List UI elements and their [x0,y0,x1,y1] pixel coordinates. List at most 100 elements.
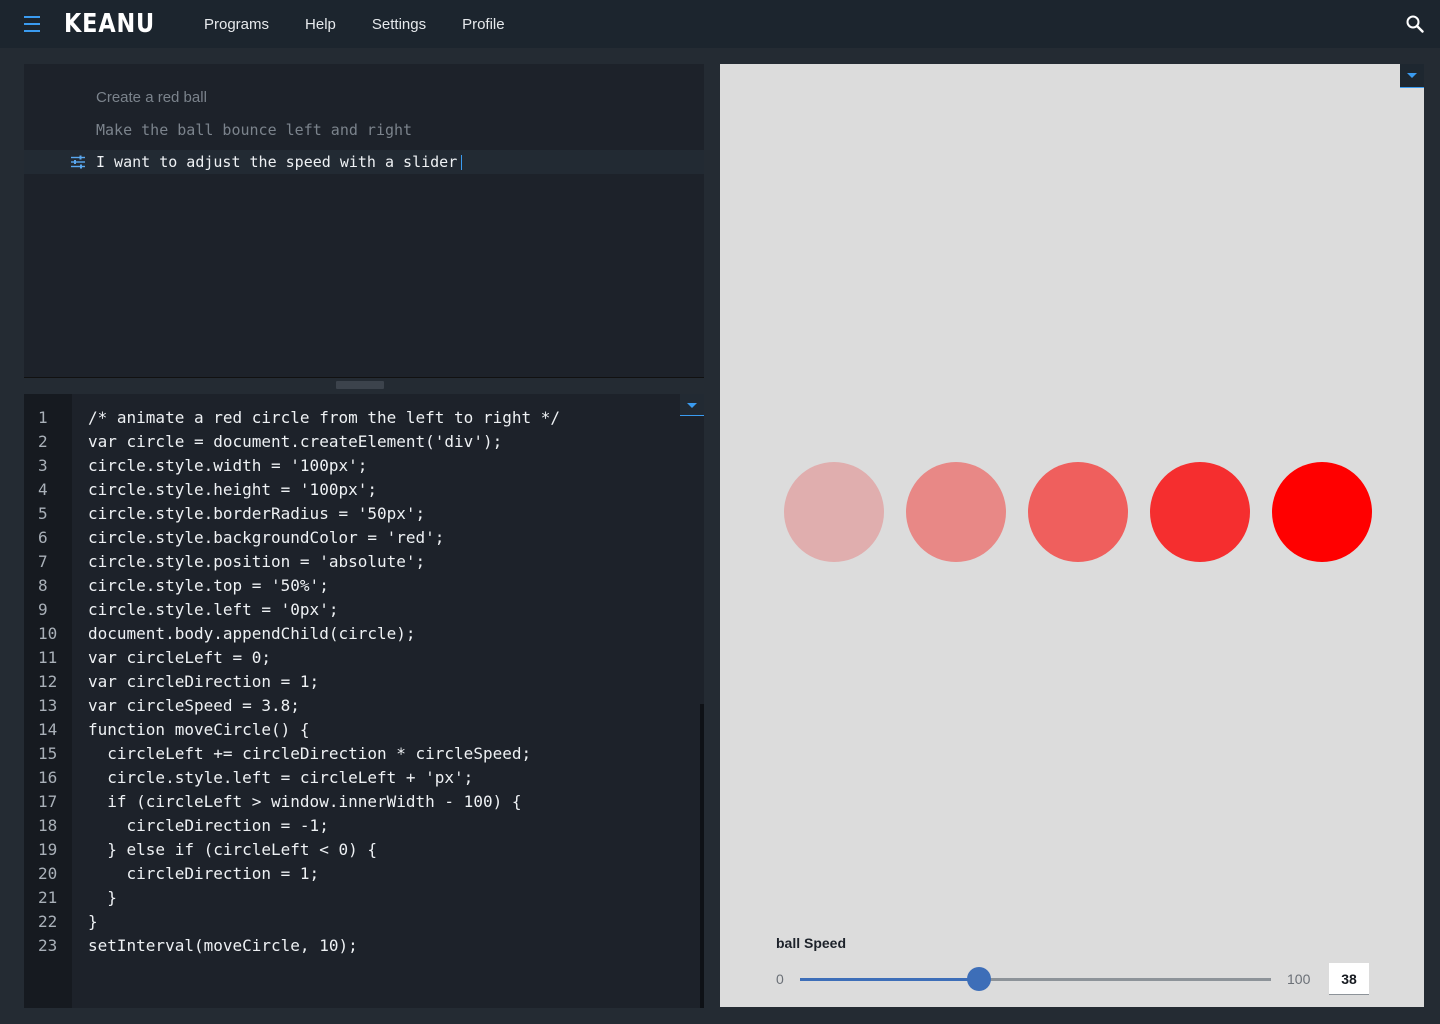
prompt-line-active[interactable]: I want to adjust the speed with a slider [24,150,704,174]
line-number: 10 [38,624,58,643]
code-line: 15 circleLeft += circleDirection * circl… [24,742,560,766]
code-text: var circle = document.createElement('div… [88,432,503,451]
code-text: document.body.appendChild(circle); [88,624,416,643]
nav-item-help[interactable]: Help [287,16,354,33]
line-number: 2 [38,432,48,451]
code-line: 7 circle.style.position = 'absolute'; [24,550,560,574]
code-dropdown-button[interactable] [680,394,704,416]
code-line: 14 function moveCircle() { [24,718,560,742]
line-number: 22 [38,912,58,931]
code-text: circleDirection = -1; [88,816,329,835]
code-text: circle.style.top = '50%'; [88,576,329,595]
line-number: 5 [38,504,48,523]
line-number: 23 [38,936,58,955]
code-text: /* animate a red circle from the left to… [88,408,561,427]
code-line: 19 } else if (circleLeft < 0) { [24,838,560,862]
line-number: 3 [38,456,48,475]
code-text: circle.style.left = circleLeft + 'px'; [88,768,474,787]
code-line: 4 circle.style.height = '100px'; [24,478,560,502]
slider-max-label: 100 [1287,971,1311,987]
code-text: function moveCircle() { [88,720,310,739]
code-text: circle.style.width = '100px'; [88,456,368,475]
scrollbar[interactable] [700,704,704,1008]
chevron-down-icon [687,403,697,408]
code-line: 16 circle.style.left = circleLeft + 'px'… [24,766,560,790]
preview-panel: ball Speed 0 100 38 [720,64,1424,1007]
line-number: 13 [38,696,58,715]
code-text: circle.style.height = '100px'; [88,480,377,499]
slider-value-input[interactable]: 38 [1329,963,1369,995]
code-text: setInterval(moveCircle, 10); [88,936,358,955]
code-text: circle.style.position = 'absolute'; [88,552,426,571]
code-line: 13 var circleSpeed = 3.8; [24,694,560,718]
code-text: } [88,912,98,931]
line-number: 4 [38,480,48,499]
code-lines: 1 /* animate a red circle from the left t… [24,406,560,958]
hamburger-icon[interactable] [24,16,40,32]
slider-thumb[interactable] [966,967,991,991]
prompt-panel: Create a red ball Make the ball bounce l… [24,64,704,378]
prompt-line[interactable]: Make the ball bounce left and right [24,118,704,142]
red-ball [906,462,1006,562]
code-line: 18 circleDirection = -1; [24,814,560,838]
prompt-text: Make the ball bounce left and right [96,121,413,139]
prompt-line[interactable]: Create a red ball [24,86,704,110]
line-number: 21 [38,888,58,907]
code-line: 22} [24,910,560,934]
code-text: if (circleLeft > window.innerWidth - 100… [88,792,522,811]
code-line: 1 /* animate a red circle from the left t… [24,406,560,430]
chevron-down-icon [1407,73,1417,78]
code-line: 6 circle.style.backgroundColor = 'red'; [24,526,560,550]
preview-dropdown-button[interactable] [1400,64,1424,88]
red-ball [1150,462,1250,562]
line-number: 12 [38,672,58,691]
code-line: 9 circle.style.left = '0px'; [24,598,560,622]
code-text: circle.style.borderRadius = '50px'; [88,504,426,523]
code-text: var circleSpeed = 3.8; [88,696,300,715]
red-ball [784,462,884,562]
code-editor[interactable]: 1 /* animate a red circle from the left t… [24,394,704,1008]
search-icon[interactable] [1406,15,1424,33]
code-text: var circleDirection = 1; [88,672,320,691]
slider-fill [800,978,979,981]
resize-handle[interactable] [336,381,384,389]
code-text: circle.style.backgroundColor = 'red'; [88,528,445,547]
code-text: circleDirection = 1; [88,864,320,883]
panel-divider [24,377,704,378]
code-line: 2 var circle = document.createElement('di… [24,430,560,454]
line-number: 7 [38,552,48,571]
nav-item-programs[interactable]: Programs [186,16,287,33]
app-logo[interactable]: KEANU [64,9,155,39]
line-number: 6 [38,528,48,547]
line-number: 20 [38,864,58,883]
code-line: 17 if (circleLeft > window.innerWidth - … [24,790,560,814]
sliders-icon[interactable] [71,155,85,169]
code-line: 23 setInterval(moveCircle, 10); [24,934,560,958]
slider-track[interactable] [800,967,1271,991]
code-line: 5 circle.style.borderRadius = '50px'; [24,502,560,526]
code-text: } else if (circleLeft < 0) { [88,840,377,859]
code-text: circleLeft += circleDirection * circleSp… [88,744,532,763]
line-number: 16 [38,768,58,787]
prompt-input-text: I want to adjust the speed with a slider [96,153,458,171]
code-line: 8 circle.style.top = '50%'; [24,574,560,598]
code-line: 20 circleDirection = 1; [24,862,560,886]
line-number: 9 [38,600,48,619]
main-nav: Programs Help Settings Profile [186,0,523,48]
line-number: 15 [38,744,58,763]
nav-item-profile[interactable]: Profile [444,16,523,33]
top-bar: KEANU Programs Help Settings Profile [0,0,1440,48]
nav-item-settings[interactable]: Settings [354,16,444,33]
line-number: 1 [38,408,48,427]
code-line: 3 circle.style.width = '100px'; [24,454,560,478]
text-cursor [461,155,463,170]
line-number: 14 [38,720,58,739]
code-line: 21 } [24,886,560,910]
code-text: } [88,888,117,907]
code-line: 11 var circleLeft = 0; [24,646,560,670]
red-ball [1028,462,1128,562]
code-text: var circleLeft = 0; [88,648,272,667]
line-number: 11 [38,648,58,667]
line-number: 17 [38,792,58,811]
prompt-text: Create a red ball [96,89,207,106]
